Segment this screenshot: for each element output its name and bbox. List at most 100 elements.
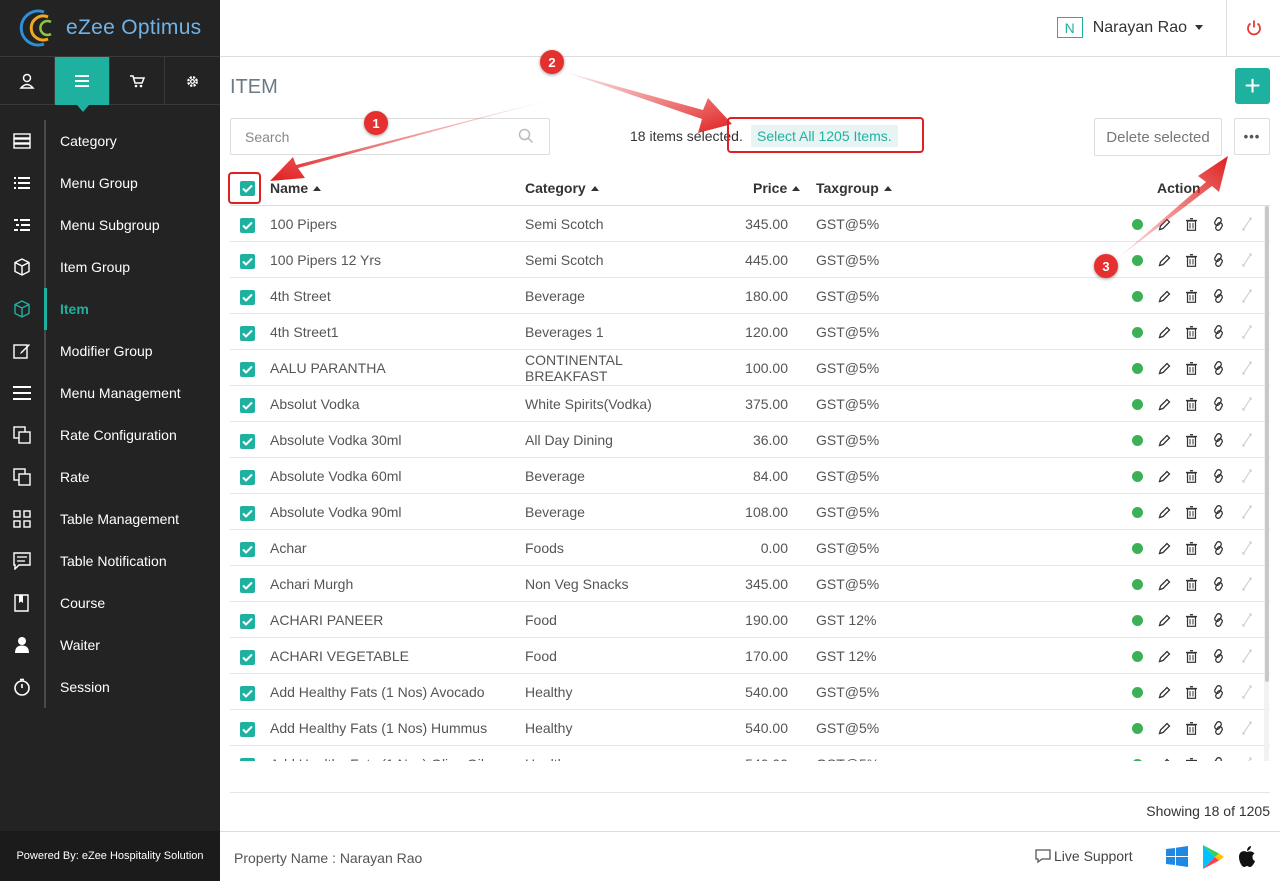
edit-icon[interactable] <box>1158 434 1171 447</box>
scrollbar-thumb[interactable] <box>1265 206 1269 682</box>
table-row[interactable]: Achari Murgh Non Veg Snacks 345.00 GST@5% <box>230 566 1270 602</box>
add-item-button[interactable]: + <box>1235 68 1270 104</box>
status-dot[interactable] <box>1132 290 1143 302</box>
status-dot[interactable] <box>1132 398 1143 410</box>
edit-icon[interactable] <box>1158 542 1171 555</box>
tab-shop[interactable] <box>110 57 165 105</box>
status-dot[interactable] <box>1132 614 1143 626</box>
edit-icon[interactable] <box>1158 506 1171 519</box>
reorder-icon[interactable] <box>1240 253 1254 267</box>
trash-icon[interactable] <box>1186 361 1197 375</box>
sidebar-item-course[interactable]: Course <box>0 582 220 624</box>
tab-profile[interactable] <box>0 57 55 105</box>
status-dot[interactable] <box>1132 470 1143 482</box>
trash-icon[interactable] <box>1186 685 1197 699</box>
table-row[interactable]: Absolute Vodka 30ml All Day Dining 36.00 GS… <box>230 422 1270 458</box>
status-dot[interactable] <box>1132 326 1143 338</box>
apple-icon[interactable] <box>1237 845 1257 869</box>
row-checkbox[interactable] <box>240 218 255 233</box>
trash-icon[interactable] <box>1186 433 1197 447</box>
edit-icon[interactable] <box>1158 326 1171 339</box>
link-icon[interactable] <box>1212 721 1225 735</box>
delete-selected-button[interactable]: Delete selected <box>1094 118 1222 156</box>
trash-icon[interactable] <box>1186 613 1197 627</box>
row-checkbox[interactable] <box>240 578 255 593</box>
live-support-link[interactable]: Live Support <box>1034 848 1133 864</box>
sidebar-item-category[interactable]: Category <box>0 120 220 162</box>
trash-icon[interactable] <box>1186 325 1197 339</box>
edit-icon[interactable] <box>1158 254 1171 267</box>
link-icon[interactable] <box>1212 685 1225 699</box>
tab-settings[interactable] <box>165 57 220 105</box>
table-row[interactable]: Add Healthy Fats (1 Nos) Hummus Healthy 54… <box>230 710 1270 746</box>
link-icon[interactable] <box>1212 433 1225 447</box>
sidebar-item-table-management[interactable]: Table Management <box>0 498 220 540</box>
sidebar-item-table-notification[interactable]: Table Notification <box>0 540 220 582</box>
status-dot[interactable] <box>1132 758 1143 761</box>
edit-icon[interactable] <box>1158 686 1171 699</box>
status-dot[interactable] <box>1132 218 1143 230</box>
link-icon[interactable] <box>1212 541 1225 555</box>
edit-icon[interactable] <box>1158 398 1171 411</box>
table-row[interactable]: Absolute Vodka 60ml Beverage 84.00 GST@5% <box>230 458 1270 494</box>
sidebar-item-menu-group[interactable]: Menu Group <box>0 162 220 204</box>
edit-icon[interactable] <box>1158 614 1171 627</box>
row-checkbox[interactable] <box>240 650 255 665</box>
row-checkbox[interactable] <box>240 434 255 449</box>
sidebar-item-rate[interactable]: Rate <box>0 456 220 498</box>
link-icon[interactable] <box>1212 505 1225 519</box>
row-checkbox[interactable] <box>240 686 255 701</box>
table-row[interactable]: 4th Street1 Beverages 1 120.00 GST@5% <box>230 314 1270 350</box>
row-checkbox[interactable] <box>240 722 255 737</box>
trash-icon[interactable] <box>1186 541 1197 555</box>
edit-icon[interactable] <box>1158 758 1171 762</box>
logout-button[interactable] <box>1226 0 1280 56</box>
sidebar-item-menu-subgroup[interactable]: Menu Subgroup <box>0 204 220 246</box>
link-icon[interactable] <box>1212 361 1225 375</box>
sidebar-item-waiter[interactable]: Waiter <box>0 624 220 666</box>
row-checkbox[interactable] <box>240 362 255 377</box>
reorder-icon[interactable] <box>1240 469 1254 483</box>
status-dot[interactable] <box>1132 722 1143 734</box>
reorder-icon[interactable] <box>1240 757 1254 761</box>
table-row[interactable]: 100 Pipers Semi Scotch 345.00 GST@5% <box>230 206 1270 242</box>
edit-icon[interactable] <box>1158 578 1171 591</box>
table-row[interactable]: AALU PARANTHA CONTINENTAL BREAKFAST 100.00… <box>230 350 1270 386</box>
sidebar-item-item[interactable]: Item <box>0 288 220 330</box>
reorder-icon[interactable] <box>1240 613 1254 627</box>
link-icon[interactable] <box>1212 649 1225 663</box>
edit-icon[interactable] <box>1158 722 1171 735</box>
edit-icon[interactable] <box>1158 218 1171 231</box>
row-checkbox[interactable] <box>240 758 255 761</box>
table-row[interactable]: Achar Foods 0.00 GST@5% <box>230 530 1270 566</box>
reorder-icon[interactable] <box>1240 685 1254 699</box>
category-column-header[interactable]: Category <box>525 180 599 196</box>
trash-icon[interactable] <box>1186 649 1197 663</box>
row-checkbox[interactable] <box>240 542 255 557</box>
link-icon[interactable] <box>1212 397 1225 411</box>
reorder-icon[interactable] <box>1240 505 1254 519</box>
link-icon[interactable] <box>1212 325 1225 339</box>
reorder-icon[interactable] <box>1240 541 1254 555</box>
status-dot[interactable] <box>1132 542 1143 554</box>
link-icon[interactable] <box>1212 217 1225 231</box>
link-icon[interactable] <box>1212 253 1225 267</box>
sidebar-item-menu-management[interactable]: Menu Management <box>0 372 220 414</box>
windows-icon[interactable] <box>1165 845 1189 869</box>
table-row[interactable]: ACHARI VEGETABLE Food 170.00 GST 12% <box>230 638 1270 674</box>
row-checkbox[interactable] <box>240 326 255 341</box>
status-dot[interactable] <box>1132 686 1143 698</box>
user-menu[interactable]: N Narayan Rao <box>1056 17 1203 38</box>
name-column-header[interactable]: Name <box>270 180 322 196</box>
trash-icon[interactable] <box>1186 721 1197 735</box>
row-checkbox[interactable] <box>240 398 255 413</box>
link-icon[interactable] <box>1212 469 1225 483</box>
table-row[interactable]: Absolut Vodka White Spirits(Vodka) 375.00 G… <box>230 386 1270 422</box>
row-checkbox[interactable] <box>240 470 255 485</box>
trash-icon[interactable] <box>1186 505 1197 519</box>
link-icon[interactable] <box>1212 613 1225 627</box>
status-dot[interactable] <box>1132 254 1143 266</box>
trash-icon[interactable] <box>1186 253 1197 267</box>
taxgroup-column-header[interactable]: Taxgroup <box>816 180 892 196</box>
reorder-icon[interactable] <box>1240 289 1254 303</box>
